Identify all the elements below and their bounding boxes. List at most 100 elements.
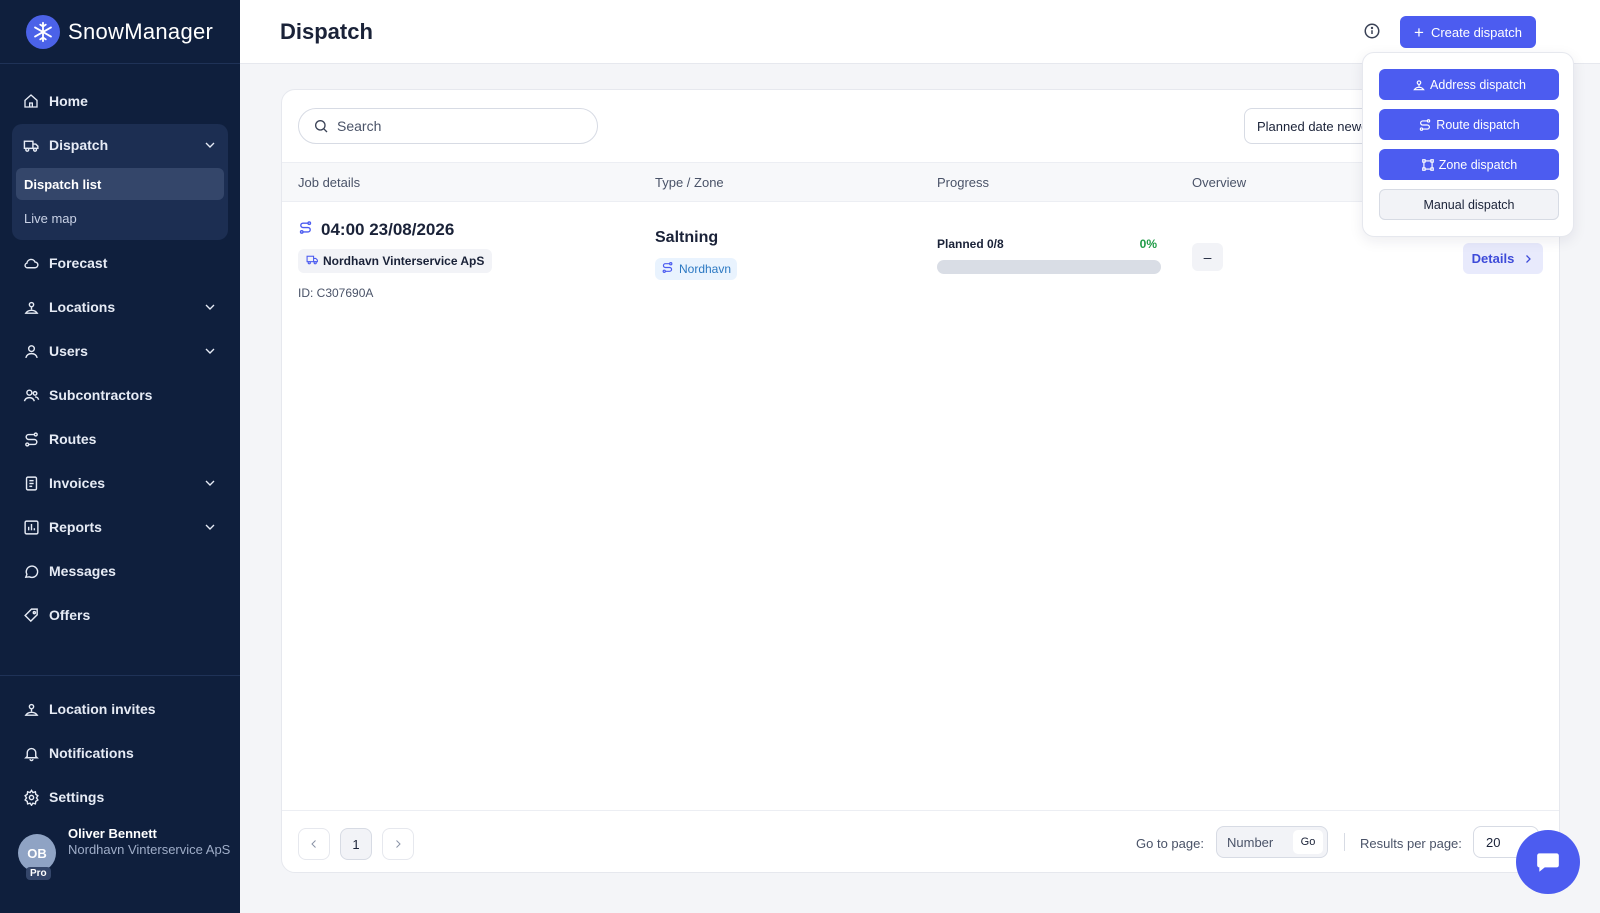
sidebar-item-location-invites[interactable]: Location invites: [12, 689, 228, 729]
overview-indicator: –: [1192, 243, 1223, 271]
sidebar-item-label: Subcontractors: [49, 387, 153, 403]
sidebar-item-label: Forecast: [49, 255, 108, 271]
gear-icon: [22, 788, 40, 806]
location-pin-icon: [1412, 78, 1426, 92]
sidebar-item-live-map[interactable]: Live map: [16, 202, 224, 234]
route-icon: [1418, 118, 1432, 132]
progress-percent: 0%: [1139, 237, 1157, 251]
zone-name: Nordhavn: [679, 262, 732, 276]
go-to-page-field[interactable]: Number Go: [1216, 826, 1328, 858]
job-id: ID: C307690A: [298, 286, 374, 300]
sidebar-item-settings[interactable]: Settings: [12, 777, 228, 817]
page-title: Dispatch: [280, 19, 373, 44]
sidebar-item-users[interactable]: Users: [12, 330, 228, 372]
go-button[interactable]: Go: [1293, 830, 1323, 854]
sidebar-item-label: Locations: [49, 299, 116, 315]
route-dispatch-button[interactable]: Route dispatch: [1379, 109, 1559, 140]
sidebar-group-dispatch: Dispatch Dispatch list Live map: [12, 124, 228, 240]
column-header-job-details[interactable]: Job details: [298, 175, 360, 190]
go-to-page-label: Go to page:: [1136, 836, 1204, 851]
manual-dispatch-button[interactable]: Manual dispatch: [1379, 189, 1559, 220]
sidebar-item-label: Settings: [49, 789, 105, 805]
chat-launcher-button[interactable]: [1516, 830, 1580, 894]
snowflake-logo-icon: [26, 14, 60, 49]
user-name: Oliver Bennett: [68, 826, 157, 841]
page-number-button[interactable]: 1: [340, 828, 372, 860]
user-organization: Nordhavn Vinterservice ApS: [68, 842, 231, 857]
search-input[interactable]: [337, 118, 577, 134]
chevron-down-icon: [205, 304, 215, 310]
info-icon[interactable]: [1363, 22, 1381, 40]
chevron-down-icon: [205, 348, 215, 354]
route-icon: [22, 430, 40, 448]
create-dispatch-button[interactable]: + Create dispatch: [1400, 16, 1536, 48]
progress-label: Planned 0/8: [937, 237, 1004, 251]
go-to-page-input[interactable]: Number: [1227, 835, 1273, 850]
results-per-page-value: 20: [1486, 834, 1501, 850]
create-dispatch-label: Create dispatch: [1430, 24, 1522, 40]
sidebar-item-offers[interactable]: Offers: [12, 594, 228, 636]
search-box[interactable]: [298, 108, 598, 144]
tag-icon: [22, 606, 40, 624]
details-label: Details: [1471, 251, 1515, 266]
zone-dispatch-button[interactable]: Zone dispatch: [1379, 149, 1559, 180]
sidebar-item-label: Users: [49, 343, 88, 359]
pagination-footer: 1 Go to page: Number Go Results per page…: [282, 810, 1559, 872]
avatar: OB Pro: [18, 834, 56, 880]
sidebar-item-dispatch-list[interactable]: Dispatch list: [16, 168, 224, 200]
chevron-down-icon: [205, 480, 215, 486]
plus-icon: +: [1414, 22, 1424, 42]
sidebar-item-label: Notifications: [49, 745, 134, 761]
user-profile[interactable]: OB Pro Oliver Bennett Nordhavn Vinterser…: [18, 826, 233, 880]
sidebar-item-reports[interactable]: Reports: [12, 506, 228, 548]
main-nav: Home Dispatch Dispatch list Live map For…: [0, 64, 240, 636]
sidebar-item-locations[interactable]: Locations: [12, 286, 228, 328]
sidebar-item-home[interactable]: Home: [12, 80, 228, 122]
user-icon: [22, 342, 40, 360]
menu-item-label: Manual dispatch: [1423, 197, 1515, 212]
address-dispatch-button[interactable]: Address dispatch: [1379, 69, 1559, 100]
search-icon: [315, 120, 328, 133]
column-header-overview[interactable]: Overview: [1192, 175, 1246, 190]
sidebar-item-routes[interactable]: Routes: [12, 418, 228, 460]
route-icon: [298, 220, 313, 240]
sidebar-item-label: Reports: [49, 519, 102, 535]
company-chip: Nordhavn Vinterservice ApS: [298, 249, 493, 273]
truck-icon: [306, 253, 319, 269]
chevron-down-icon: [205, 524, 215, 530]
truck-icon: [22, 136, 40, 154]
users-icon: [22, 386, 40, 404]
bell-icon: [22, 744, 40, 762]
sidebar-item-forecast[interactable]: Forecast: [12, 242, 228, 284]
details-button[interactable]: Details: [1463, 243, 1543, 274]
sidebar-item-dispatch[interactable]: Dispatch: [12, 124, 228, 166]
chart-icon: [22, 518, 40, 536]
progress-bar: [937, 260, 1161, 274]
avatar-initials: OB: [27, 845, 47, 861]
previous-page-button[interactable]: [298, 828, 330, 860]
menu-item-label: Route dispatch: [1436, 117, 1520, 132]
zone-icon: [1421, 158, 1435, 172]
message-icon: [22, 562, 40, 580]
brand[interactable]: SnowManager: [0, 0, 240, 64]
sidebar-item-label: Dispatch: [49, 137, 109, 153]
sidebar-item-subcontractors[interactable]: Subcontractors: [12, 374, 228, 416]
next-page-button[interactable]: [382, 828, 414, 860]
column-header-progress[interactable]: Progress: [937, 175, 989, 190]
sidebar-item-messages[interactable]: Messages: [12, 550, 228, 592]
invoice-icon: [22, 474, 40, 492]
sidebar-item-invoices[interactable]: Invoices: [12, 462, 228, 504]
create-dispatch-menu: Address dispatch Route dispatch Zone dis…: [1362, 52, 1574, 237]
job-time: 04:00 23/08/2026: [298, 220, 454, 240]
location-pin-icon: [22, 298, 40, 316]
sidebar-item-label: Messages: [49, 563, 116, 579]
job-type: Saltning: [655, 229, 719, 246]
company-name: Nordhavn Vinterservice ApS: [323, 254, 485, 268]
app-name: SnowManager: [68, 18, 214, 44]
home-icon: [22, 92, 40, 110]
sidebar-divider: [0, 675, 240, 676]
zone-chip: Nordhavn: [655, 258, 738, 280]
sidebar-item-notifications[interactable]: Notifications: [12, 733, 228, 773]
sidebar-item-label: Offers: [49, 607, 91, 623]
column-header-type-zone[interactable]: Type / Zone: [655, 175, 724, 190]
